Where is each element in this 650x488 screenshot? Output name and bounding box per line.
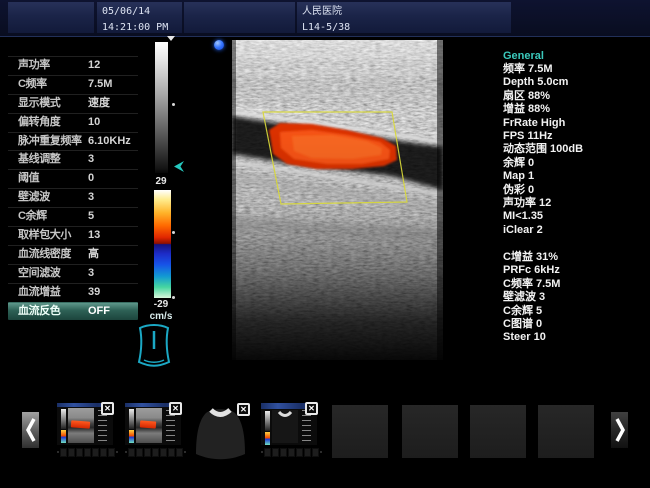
velocity-unit-label: cm/s xyxy=(143,311,179,322)
setting-line: 动态范围 100dB xyxy=(503,143,648,156)
thumbnail-slot-empty xyxy=(470,405,526,458)
setting-line: 伪彩 0 xyxy=(503,184,648,197)
param-row-baseline[interactable]: 基线调整3 xyxy=(8,150,138,169)
hospital-display: 人民医院 L14-5/38 xyxy=(297,2,511,33)
grayscale-bar xyxy=(155,42,168,173)
thumbnail-slot-empty xyxy=(332,405,388,458)
color-setting-line: Steer 10 xyxy=(503,331,648,344)
setting-line: FPS 11Hz xyxy=(503,130,648,143)
colorbar-tick xyxy=(172,231,175,234)
thumb-image xyxy=(272,410,298,443)
param-row-prf[interactable]: 脉冲重复频率6.10KHz xyxy=(8,132,138,151)
preset-title: General xyxy=(503,49,648,63)
date-text: 05/06/14 xyxy=(97,2,182,18)
velocity-max-label: 29 xyxy=(147,176,175,187)
setting-line: MI<1.35 xyxy=(503,210,648,223)
top-bar: 05/06/14 14:21:00 PM 人民医院 L14-5/38 xyxy=(0,0,650,37)
body-mark-icon xyxy=(130,322,178,370)
thumbnail-convex-3[interactable]: ✕ xyxy=(192,404,249,460)
close-thumbnail-icon[interactable]: ✕ xyxy=(237,403,250,416)
thumbnail-cine-2[interactable]: ✕ xyxy=(125,403,181,445)
param-row-flow-gain[interactable]: 血流增益39 xyxy=(8,283,138,302)
topbar-block-patient xyxy=(8,2,94,33)
film-strip-row xyxy=(125,448,181,456)
thumb-colorbar xyxy=(129,430,134,443)
thumbnail-scroll-left-button[interactable] xyxy=(22,412,39,448)
parameter-panel: 声功率12 C频率7.5M 显示模式速度 偏转角度10 脉冲重复频率6.10KH… xyxy=(8,56,138,320)
status-dot-icon xyxy=(214,40,224,50)
thumb-graybar xyxy=(129,409,134,429)
param-row-steer-angle[interactable]: 偏转角度10 xyxy=(8,113,138,132)
chevron-right-icon xyxy=(614,417,626,443)
thumb-image xyxy=(68,408,94,443)
color-setting-line: C余辉 5 xyxy=(503,305,648,318)
param-row-wall-filter[interactable]: 壁滤波3 xyxy=(8,188,138,207)
chevron-left-icon xyxy=(25,417,37,443)
thumb-flow-region xyxy=(71,420,90,428)
color-setting-line: 壁滤波 3 xyxy=(503,291,648,304)
param-row-packet-size[interactable]: 取样包大小13 xyxy=(8,226,138,245)
thumbnail-cine-4[interactable]: ✕ xyxy=(261,403,317,445)
thumbnail-scroll-right-button[interactable] xyxy=(611,412,628,448)
color-setting-line: PRFc 6kHz xyxy=(503,264,648,277)
doppler-color-bar xyxy=(154,190,171,298)
ultrasound-screen: 05/06/14 14:21:00 PM 人民医院 L14-5/38 声功率12… xyxy=(0,0,650,488)
velocity-min-label: -29 xyxy=(147,299,175,310)
close-thumbnail-icon[interactable]: ✕ xyxy=(101,402,114,415)
close-thumbnail-icon[interactable]: ✕ xyxy=(169,402,182,415)
param-row-spatial-filter[interactable]: 空间滤波3 xyxy=(8,264,138,283)
color-setting-line: C增益 31% xyxy=(503,251,648,264)
setting-line: 频率 7.5M xyxy=(503,63,648,76)
thumb-graybar xyxy=(61,409,66,429)
thumbnail-cine-1[interactable]: ✕ xyxy=(57,403,113,445)
film-strip-row xyxy=(261,448,317,456)
close-thumbnail-icon[interactable]: ✕ xyxy=(305,402,318,415)
setting-line: Depth 5.0cm xyxy=(503,76,648,89)
setting-line: 余辉 0 xyxy=(503,157,648,170)
param-row-threshold[interactable]: 阈值0 xyxy=(8,169,138,188)
param-row-line-density[interactable]: 血流线密度高 xyxy=(8,245,138,264)
setting-line: Map 1 xyxy=(503,170,648,183)
hospital-name: 人民医院 xyxy=(297,2,511,18)
ultrasound-render xyxy=(232,40,443,360)
thumb-graybar xyxy=(265,411,270,431)
thumbnail-slot-empty xyxy=(402,405,458,458)
param-row-acoustic-power[interactable]: 声功率12 xyxy=(8,56,138,75)
setting-line: FrRate High xyxy=(503,117,648,130)
param-row-flow-invert-selected[interactable]: 血流反色OFF xyxy=(8,302,138,321)
focus-caret-icon xyxy=(167,36,175,41)
param-row-c-persistence[interactable]: C余辉5 xyxy=(8,207,138,226)
thumb-arc xyxy=(272,410,298,424)
film-strip-row xyxy=(57,448,113,456)
setting-line: 声功率 12 xyxy=(503,197,648,210)
setting-line: iClear 2 xyxy=(503,224,648,237)
thumb-flow-region xyxy=(140,420,156,428)
time-text: 14:21:00 PM xyxy=(97,18,182,34)
param-row-display-mode[interactable]: 显示模式速度 xyxy=(8,94,138,113)
thumb-colorbar xyxy=(61,430,66,443)
color-setting-line: C图谱 0 xyxy=(503,318,648,331)
color-setting-line: C频率 7.5M xyxy=(503,278,648,291)
ultrasound-image xyxy=(232,40,443,360)
topbar-block-empty xyxy=(184,2,295,33)
focus-arrow-icon xyxy=(173,160,186,173)
graybar-tick xyxy=(172,103,175,106)
setting-line: 增益 88% xyxy=(503,103,648,116)
info-panel: General 频率 7.5M Depth 5.0cm 扇区 88% 增益 88… xyxy=(503,49,648,345)
probe-model: L14-5/38 xyxy=(297,18,511,34)
thumbnail-slot-empty xyxy=(538,405,594,458)
setting-line: 扇区 88% xyxy=(503,90,648,103)
thumb-colorbar xyxy=(265,432,270,445)
thumb-image xyxy=(136,408,162,443)
datetime-display: 05/06/14 14:21:00 PM xyxy=(97,2,182,33)
param-row-c-frequency[interactable]: C频率7.5M xyxy=(8,75,138,94)
